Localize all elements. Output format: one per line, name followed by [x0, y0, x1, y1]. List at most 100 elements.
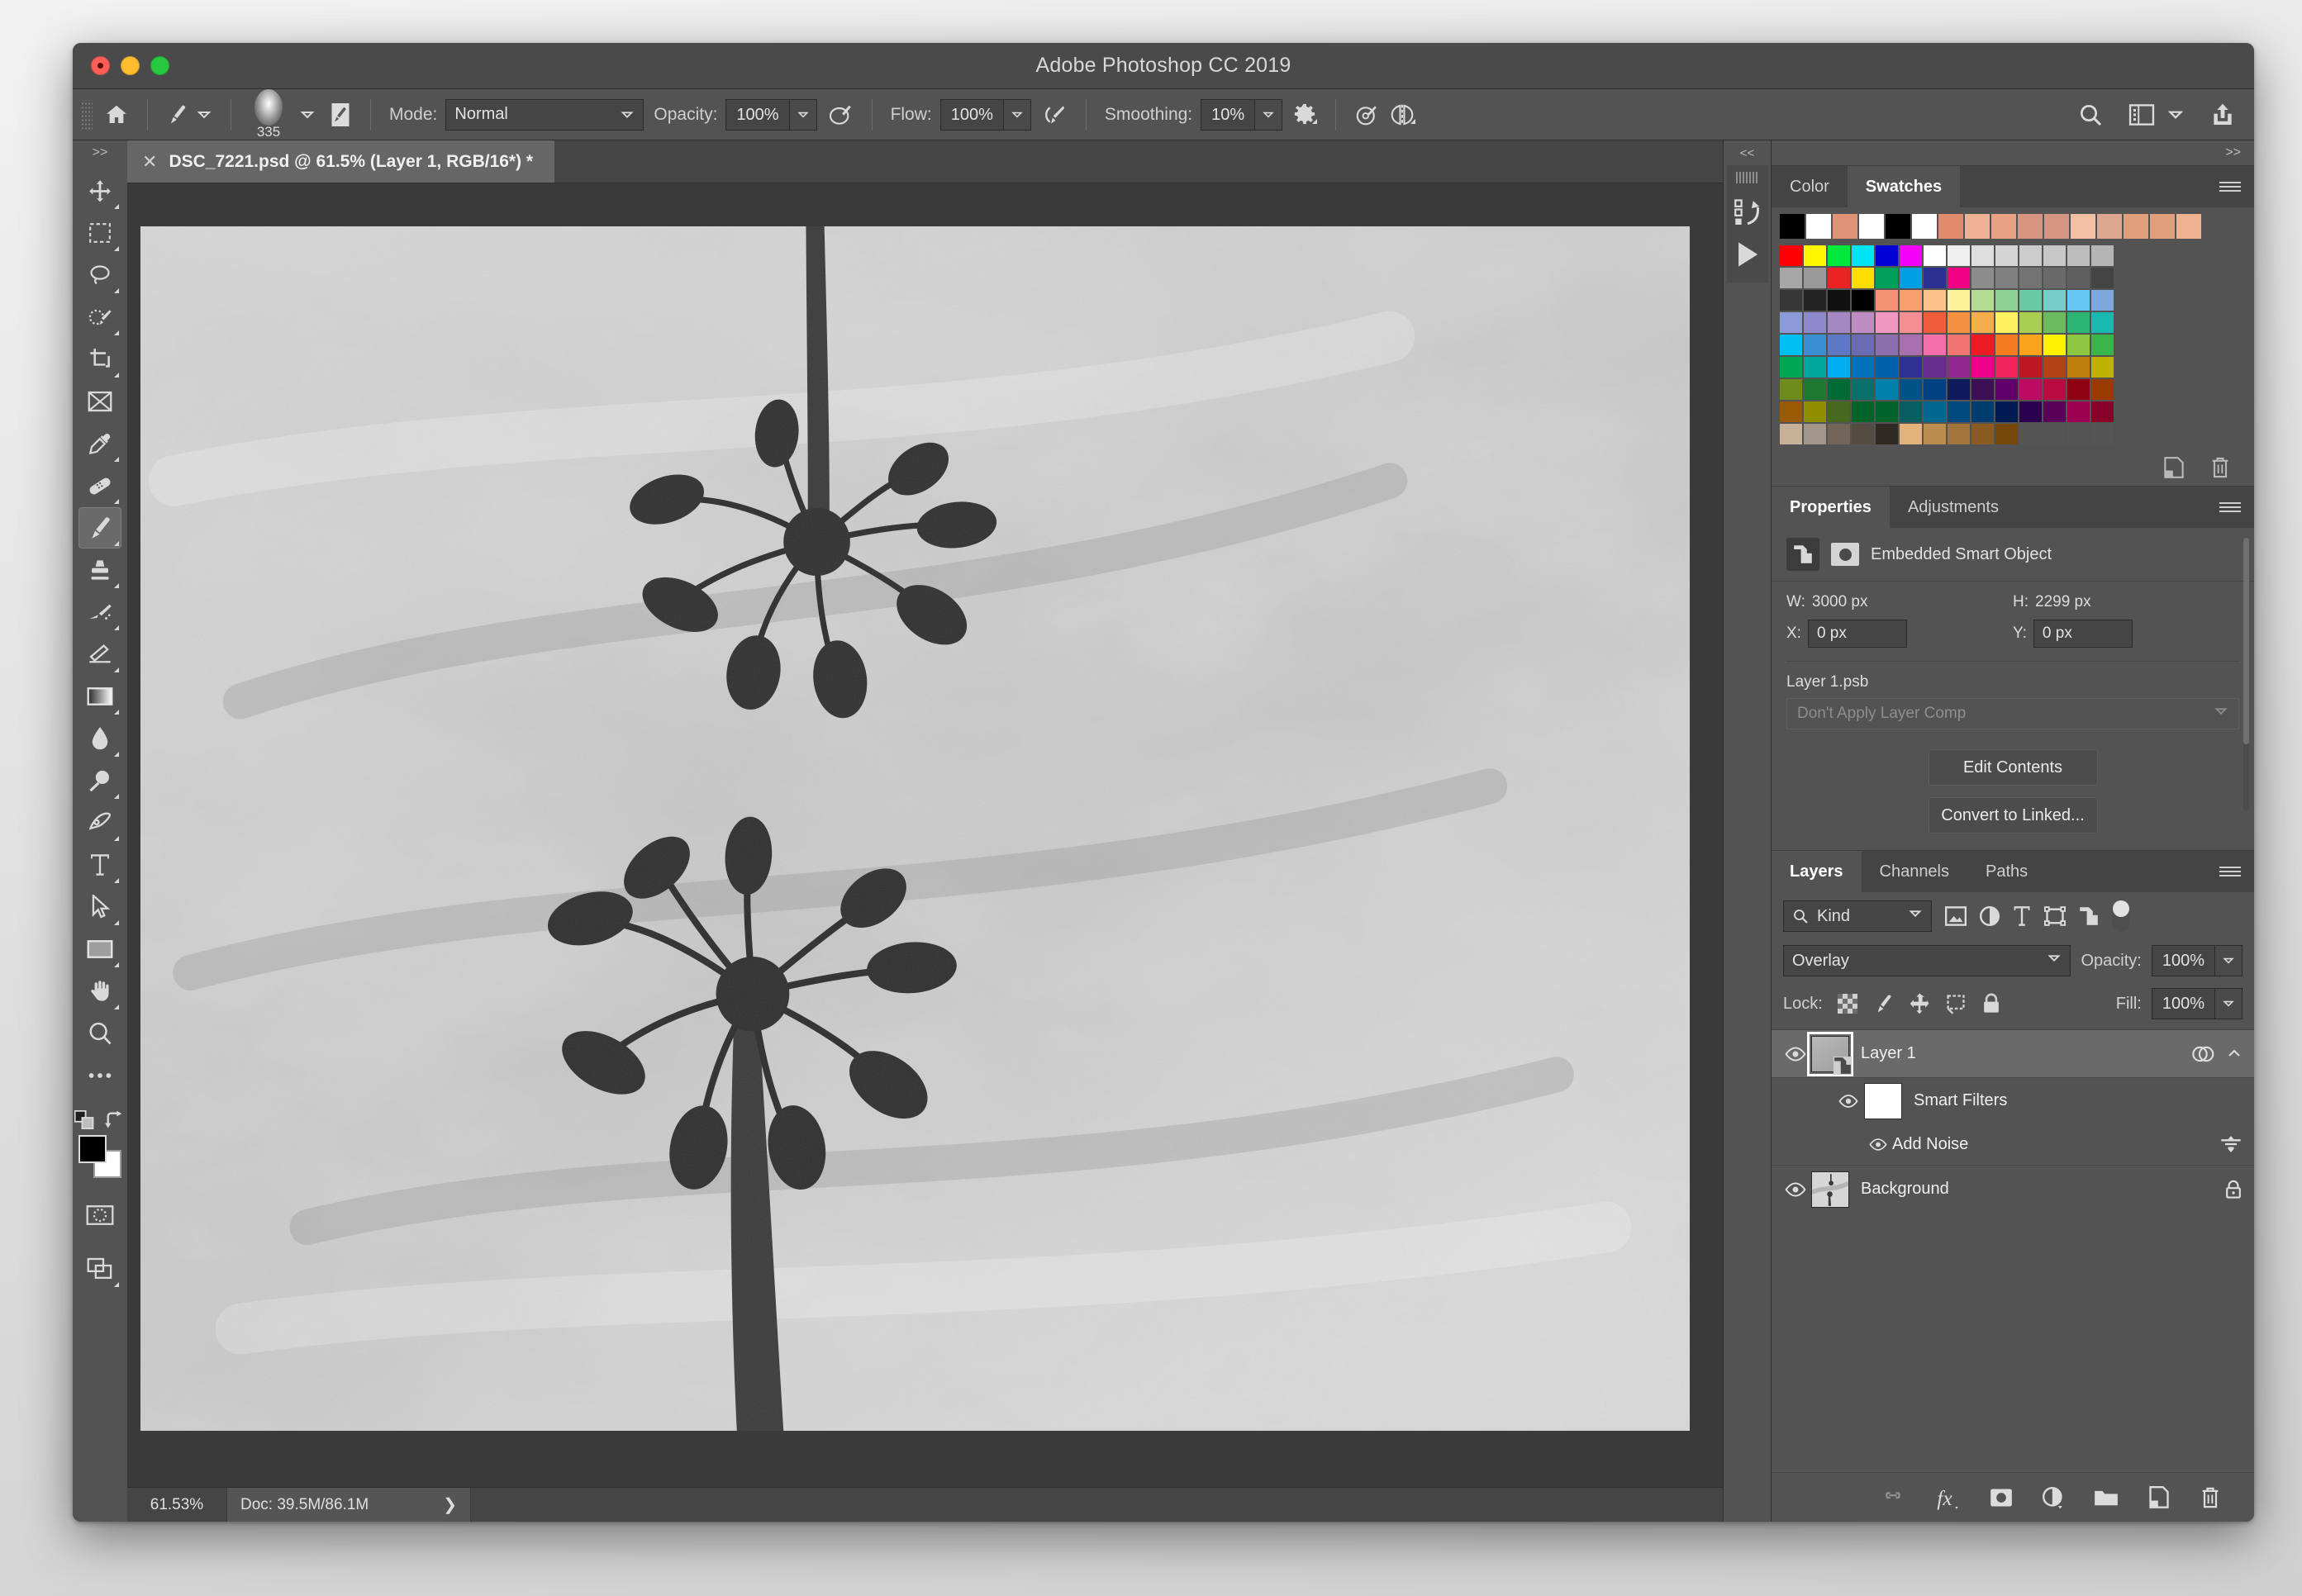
color-swatch[interactable] — [1971, 424, 1994, 444]
layer-thumbnail[interactable] — [1807, 1031, 1853, 1076]
color-swatch[interactable] — [1924, 245, 1946, 266]
recent-swatch[interactable] — [2071, 214, 2095, 239]
color-swatch[interactable] — [2067, 268, 2090, 288]
color-swatch[interactable] — [2067, 424, 2090, 444]
color-swatch[interactable] — [1828, 290, 1850, 311]
chevron-down-icon[interactable] — [196, 107, 212, 123]
color-swatch[interactable] — [1971, 290, 1994, 311]
recent-swatch[interactable] — [2176, 214, 2201, 239]
color-swatch[interactable] — [1948, 357, 1970, 378]
color-swatch[interactable] — [2043, 379, 2066, 400]
color-swatch[interactable] — [1852, 245, 1874, 266]
color-swatch[interactable] — [1804, 379, 1826, 400]
filter-blending-options-icon[interactable] — [2219, 1135, 2243, 1153]
color-swatch[interactable] — [1852, 268, 1874, 288]
tab-color[interactable]: Color — [1772, 166, 1848, 207]
color-swatch[interactable] — [1948, 379, 1970, 400]
color-swatch[interactable] — [2019, 335, 2042, 355]
screen-mode-button[interactable] — [78, 1248, 121, 1290]
color-swatch[interactable] — [1876, 357, 1898, 378]
path-selection-tool[interactable] — [78, 886, 121, 928]
color-swatch[interactable] — [2019, 312, 2042, 333]
canvas-viewport[interactable] — [127, 183, 1723, 1487]
color-swatch[interactable] — [2019, 268, 2042, 288]
color-swatch[interactable] — [1828, 268, 1850, 288]
adjustment-layer-icon[interactable] — [2043, 1486, 2064, 1508]
color-swatch[interactable] — [1995, 424, 2018, 444]
swatches-grid[interactable] — [1772, 239, 2254, 449]
brush-preset-picker[interactable] — [161, 89, 217, 140]
recent-swatch[interactable] — [1991, 214, 2016, 239]
color-swatch[interactable] — [1924, 312, 1946, 333]
layer-mask-thumbnail-button[interactable] — [1831, 543, 1859, 566]
quick-selection-tool[interactable] — [78, 297, 121, 338]
color-swatch[interactable] — [1900, 312, 1922, 333]
layer-visibility-toggle[interactable] — [1780, 1046, 1811, 1062]
color-swatch[interactable] — [1876, 268, 1898, 288]
recent-swatch[interactable] — [1780, 214, 1805, 239]
color-swatch[interactable] — [1924, 424, 1946, 444]
eraser-tool[interactable] — [78, 634, 121, 675]
mode-select[interactable]: Normal — [445, 98, 644, 131]
color-swatch[interactable] — [1995, 335, 2018, 355]
recent-swatch[interactable] — [2150, 214, 2175, 239]
color-swatch[interactable] — [2043, 335, 2066, 355]
color-swatch[interactable] — [1780, 357, 1802, 378]
lock-position-icon[interactable] — [1909, 993, 1930, 1014]
color-swatch[interactable] — [2067, 312, 2090, 333]
color-swatch[interactable] — [1971, 245, 1994, 266]
color-swatch[interactable] — [1900, 424, 1922, 444]
brush-angle-button[interactable] — [1349, 89, 1384, 140]
recent-swatch[interactable] — [2044, 214, 2069, 239]
lasso-tool[interactable] — [78, 254, 121, 296]
rectangle-tool[interactable] — [78, 929, 121, 970]
lock-all-icon[interactable] — [1981, 993, 2001, 1014]
smart-filter-badge-icon[interactable] — [2191, 1044, 2214, 1064]
chevron-down-icon[interactable] — [299, 107, 316, 123]
color-swatch[interactable] — [1924, 335, 1946, 355]
history-brush-tool[interactable] — [78, 591, 121, 633]
new-group-icon[interactable] — [2094, 1488, 2119, 1508]
swap-colors-icon[interactable] — [104, 1110, 126, 1130]
color-swatch[interactable] — [1876, 245, 1898, 266]
color-swatch[interactable] — [1804, 401, 1826, 422]
delete-layer-icon[interactable] — [2200, 1486, 2221, 1509]
color-swatch[interactable] — [1780, 401, 1802, 422]
color-swatch[interactable] — [1804, 357, 1826, 378]
color-swatch[interactable] — [1995, 245, 2018, 266]
default-colors-icon[interactable] — [74, 1110, 96, 1130]
color-swatch[interactable] — [2067, 401, 2090, 422]
pressure-opacity-button[interactable] — [822, 89, 858, 140]
layers-panel-menu-button[interactable] — [2219, 851, 2254, 892]
smart-filters-mask-thumbnail[interactable] — [1864, 1082, 1902, 1119]
color-swatch[interactable] — [1971, 312, 1994, 333]
document-info[interactable]: Doc: 39.5M/86.1M ❯ — [226, 1487, 472, 1522]
smart-object-filter-icon[interactable] — [2079, 906, 2099, 926]
color-swatch[interactable] — [1900, 290, 1922, 311]
blur-tool[interactable] — [78, 718, 121, 759]
color-swatch[interactable] — [2091, 268, 2114, 288]
x-input[interactable]: 0 px — [1807, 620, 1907, 648]
color-swatch[interactable] — [1971, 268, 1994, 288]
recent-swatch[interactable] — [1912, 214, 1937, 239]
lock-transparency-icon[interactable] — [1837, 994, 1857, 1014]
color-swatch[interactable] — [2019, 401, 2042, 422]
chevron-right-icon[interactable]: ❯ — [443, 1494, 457, 1515]
color-swatch[interactable] — [1780, 290, 1802, 311]
panels-expand-button[interactable]: >> — [1772, 140, 2254, 165]
layer-blend-mode-select[interactable]: Overlay — [1783, 945, 2071, 976]
options-bar-grip[interactable] — [81, 99, 93, 130]
color-swatch[interactable] — [2091, 379, 2114, 400]
add-mask-icon[interactable] — [1990, 1488, 2013, 1508]
color-swatch[interactable] — [2091, 312, 2114, 333]
color-swatch[interactable] — [1828, 401, 1850, 422]
gradient-tool[interactable] — [78, 676, 121, 717]
recent-swatches-row[interactable] — [1772, 207, 2254, 239]
type-layer-filter-icon[interactable] — [2013, 905, 2031, 927]
color-swatch[interactable] — [1971, 357, 1994, 378]
color-swatch[interactable] — [2019, 357, 2042, 378]
table-row[interactable]: Background — [1772, 1165, 2254, 1213]
document-tab[interactable]: ✕ DSC_7221.psd @ 61.5% (Layer 1, RGB/16*… — [127, 140, 555, 183]
color-swatch[interactable] — [1971, 335, 1994, 355]
color-swatch[interactable] — [1876, 335, 1898, 355]
